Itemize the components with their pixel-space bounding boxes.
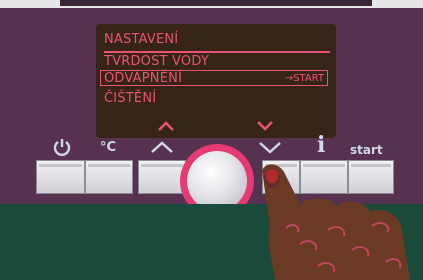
menu-item-descaling[interactable]: Odvápnění — [104, 71, 182, 86]
info-button[interactable] — [300, 160, 348, 194]
lower-panel — [0, 204, 423, 280]
temperature-label: °C — [100, 140, 117, 155]
lcd-display: Nastavení Tvrdost vody Odvápnění →START … — [96, 24, 336, 138]
menu-item-water-hardness[interactable]: Tvrdost vody — [104, 54, 209, 69]
top-frame-shadow — [60, 0, 372, 6]
up-button[interactable] — [138, 160, 186, 194]
menu-separator — [104, 51, 330, 53]
menu-item-settings[interactable]: Nastavení — [104, 32, 178, 47]
chevron-down-icon — [259, 142, 281, 154]
power-button[interactable] — [36, 160, 85, 194]
info-label: i — [317, 132, 326, 158]
start-button[interactable] — [348, 160, 394, 194]
down-button[interactable] — [262, 160, 300, 194]
start-label: start — [350, 143, 383, 157]
display-up-indicator-icon — [158, 121, 174, 131]
menu-item-cleaning[interactable]: Čištění — [104, 91, 156, 106]
rotary-knob[interactable] — [187, 151, 247, 211]
display-down-indicator-icon — [257, 121, 273, 131]
temperature-button[interactable] — [85, 160, 133, 194]
chevron-up-icon — [151, 141, 173, 153]
start-hint: →START — [284, 73, 324, 84]
power-icon — [53, 139, 71, 156]
